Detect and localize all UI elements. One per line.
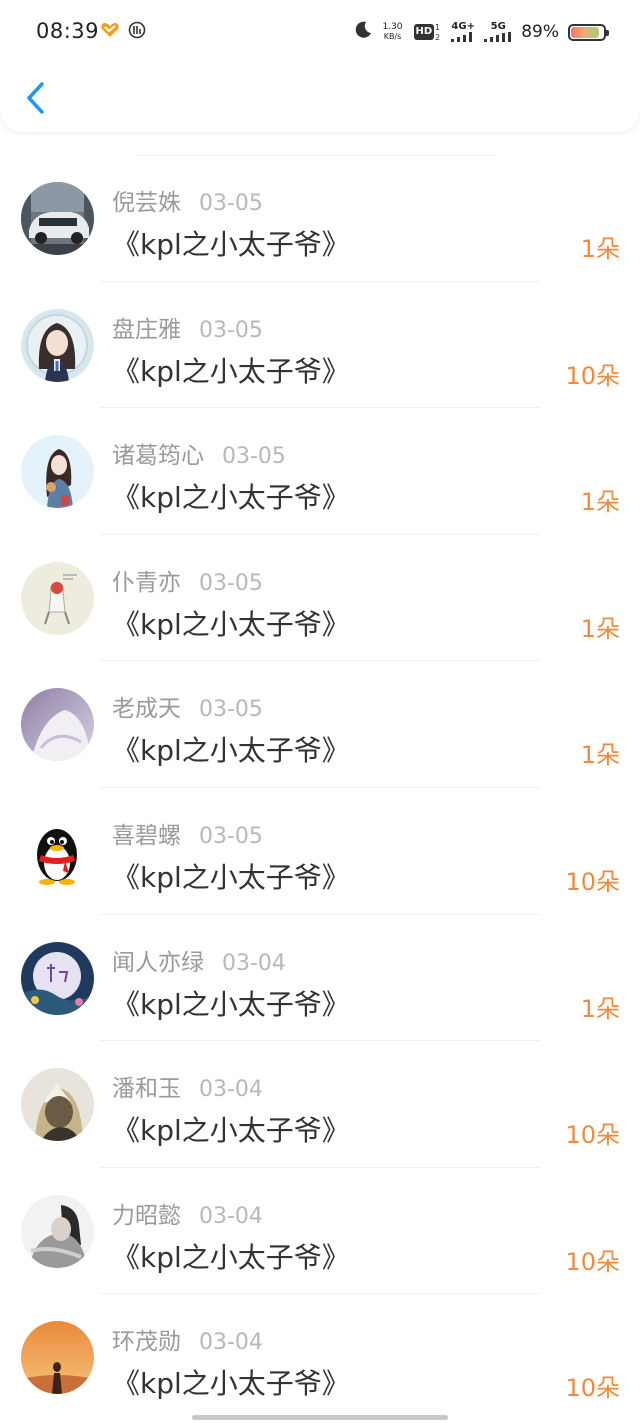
- net-speed-unit: KB/s: [383, 32, 402, 41]
- gift-count: 10朵: [565, 1121, 620, 1150]
- gift-count: 1朵: [580, 235, 620, 263]
- item-date: 03-04: [199, 1077, 263, 1103]
- item-meta: 倪芸姝 03-05: [112, 183, 263, 217]
- list-item[interactable]: 老成天 03-05 《kpl之小太子爷》 1朵: [0, 661, 640, 788]
- gift-count: 1朵: [580, 488, 620, 517]
- top-bar: 08:39 1.30 KB/s HD 1 2 4G+ 5G 89%: [0, 0, 640, 132]
- item-meta: 喜碧螺 03-05: [112, 816, 263, 850]
- item-date: 03-05: [222, 444, 286, 470]
- svg-text:2: 2: [435, 33, 440, 42]
- gift-count: 1朵: [580, 994, 620, 1023]
- item-meta: 老成天 03-05: [112, 689, 263, 723]
- item-date: 03-05: [199, 317, 263, 343]
- home-indicator[interactable]: [192, 1415, 448, 1420]
- item-date: 03-05: [199, 697, 263, 723]
- list-item[interactable]: 盘庄雅 03-05 《kpl之小太子爷》 10朵: [0, 282, 640, 409]
- net-5g-label: 5G: [490, 21, 506, 32]
- avatar[interactable]: [21, 308, 94, 382]
- gift-count: 1朵: [580, 614, 620, 643]
- user-name[interactable]: 闻人亦绿: [112, 943, 204, 977]
- item-date: 03-04: [199, 1330, 263, 1356]
- item-meta: 盘庄雅 03-05: [112, 310, 263, 344]
- status-time: 08:39: [36, 19, 100, 43]
- avatar[interactable]: [21, 1194, 94, 1268]
- signal-5g-icon: 5G: [484, 22, 512, 42]
- status-right-icons: 1.30 KB/s HD 12 4G+ 5G 89%: [353, 20, 609, 44]
- battery-percent: 89%: [521, 22, 559, 42]
- nfc-icon: [128, 21, 146, 43]
- gift-count: 10朵: [565, 1247, 620, 1276]
- book-title[interactable]: 《kpl之小太子爷》: [112, 223, 350, 263]
- net-speed-value: 1.30: [382, 22, 403, 32]
- book-title[interactable]: 《kpl之小太子爷》: [112, 983, 350, 1023]
- item-date: 03-05: [199, 191, 263, 216]
- book-title[interactable]: 《kpl之小太子爷》: [112, 1362, 350, 1402]
- user-name[interactable]: 喜碧螺: [112, 816, 181, 850]
- book-title[interactable]: 《kpl之小太子爷》: [112, 1236, 350, 1276]
- avatar[interactable]: [21, 688, 94, 762]
- status-left-icons: [100, 21, 146, 43]
- hd-label: HD: [413, 24, 435, 40]
- list-item[interactable]: 闻人亦绿 03-04 《kpl之小太子爷》 1朵: [0, 915, 640, 1042]
- chevron-left-icon: [27, 82, 44, 114]
- list-item[interactable]: 诸葛筠心 03-05 《kpl之小太子爷》 1朵: [0, 408, 640, 535]
- item-meta: 诸葛筠心 03-05: [112, 436, 286, 470]
- avatar[interactable]: [21, 435, 94, 509]
- user-name[interactable]: 盘庄雅: [112, 310, 181, 344]
- user-name[interactable]: 力昭懿: [112, 1196, 181, 1230]
- item-date: 03-05: [199, 823, 263, 849]
- list-item[interactable]: 环茂勋 03-04 《kpl之小太子爷》 10朵: [0, 1294, 640, 1421]
- user-name[interactable]: 老成天: [112, 689, 181, 723]
- battery-icon: [568, 23, 609, 41]
- user-name[interactable]: 潘和玉: [112, 1069, 181, 1103]
- battery-fill: [571, 26, 600, 38]
- avatar[interactable]: [21, 1321, 94, 1395]
- book-title[interactable]: 《kpl之小太子爷》: [112, 476, 350, 516]
- net-speed: 1.30 KB/s: [382, 22, 402, 42]
- gift-count: 10朵: [565, 867, 620, 896]
- book-title[interactable]: 《kpl之小太子爷》: [112, 1109, 350, 1149]
- book-title[interactable]: 《kpl之小太子爷》: [112, 603, 350, 643]
- gift-count: 1朵: [580, 741, 620, 770]
- status-bar: 08:39 1.30 KB/s HD 1 2 4G+ 5G 89%: [0, 0, 640, 64]
- list-item[interactable]: 力昭懿 03-04 《kpl之小太子爷》 10朵: [0, 1168, 640, 1295]
- user-name[interactable]: 倪芸姝: [112, 183, 181, 217]
- item-date: 03-04: [199, 1203, 263, 1229]
- item-meta: 力昭懿 03-04: [112, 1196, 263, 1230]
- user-name[interactable]: 仆青亦: [112, 563, 181, 597]
- book-title[interactable]: 《kpl之小太子爷》: [112, 350, 350, 390]
- back-button[interactable]: [20, 78, 50, 118]
- item-meta: 仆青亦 03-05: [112, 563, 263, 597]
- item-meta: 潘和玉 03-04: [112, 1069, 263, 1103]
- user-name[interactable]: 诸葛筠心: [112, 436, 204, 470]
- avatar[interactable]: [21, 1068, 94, 1142]
- signal-4g-icon: 4G+: [451, 22, 475, 42]
- heart-app-icon: [100, 22, 120, 42]
- moon-icon: [353, 20, 373, 44]
- gift-count: 10朵: [565, 1374, 620, 1403]
- avatar[interactable]: [21, 182, 94, 255]
- list-item[interactable]: 喜碧螺 03-05 《kpl之小太子爷》 10朵: [0, 788, 640, 915]
- book-title[interactable]: 《kpl之小太子爷》: [112, 856, 350, 896]
- user-name[interactable]: 环茂勋: [112, 1322, 181, 1356]
- avatar[interactable]: [21, 941, 94, 1015]
- item-meta: 闻人亦绿 03-04: [112, 943, 286, 977]
- item-date: 03-05: [199, 570, 263, 596]
- gift-record-list: 倪芸姝 03-05 《kpl之小太子爷》 1朵 盘庄雅 03-05 《kpl之小…: [0, 155, 640, 1421]
- item-date: 03-04: [222, 950, 286, 976]
- avatar[interactable]: [21, 561, 94, 635]
- book-title[interactable]: 《kpl之小太子爷》: [112, 729, 350, 769]
- svg-text:1: 1: [435, 23, 440, 32]
- list-item[interactable]: 倪芸姝 03-05 《kpl之小太子爷》 1朵: [0, 155, 640, 282]
- gift-count: 10朵: [565, 361, 620, 390]
- list-item[interactable]: 仆青亦 03-05 《kpl之小太子爷》 1朵: [0, 535, 640, 662]
- avatar[interactable]: [21, 814, 94, 888]
- hd-icon: HD 12: [413, 22, 443, 42]
- list-item[interactable]: 潘和玉 03-04 《kpl之小太子爷》 10朵: [0, 1041, 640, 1168]
- item-meta: 环茂勋 03-04: [112, 1322, 263, 1356]
- net-4g-label: 4G+: [451, 21, 475, 32]
